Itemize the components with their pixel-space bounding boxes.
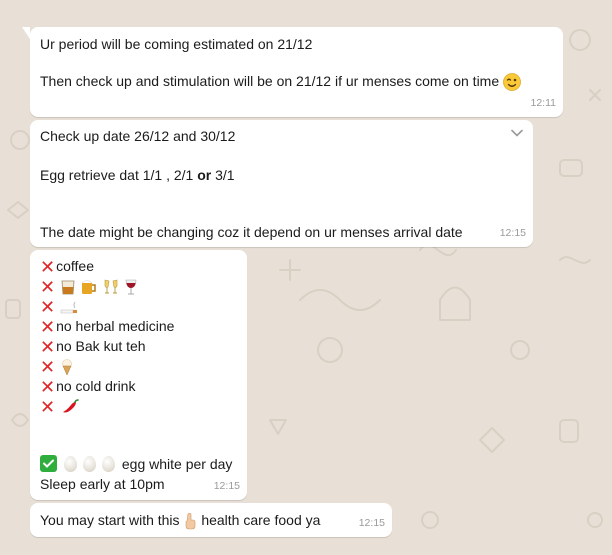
hot-pepper-icon xyxy=(62,399,79,413)
list-item: ✕ xyxy=(40,396,80,418)
whisky-glass-icon xyxy=(61,280,75,295)
cross-mark-icon: ✕ xyxy=(40,337,56,358)
clinking-glasses-icon xyxy=(104,279,118,294)
egg-icon xyxy=(102,456,115,472)
message-text: Sleep early at 10pm xyxy=(40,476,165,492)
cross-mark-icon: ✕ xyxy=(40,277,56,298)
list-item: ✕no Bak kut teh xyxy=(40,336,146,358)
chat-screen: { "messages": [ { "lines": [ "Ur period … xyxy=(0,0,612,555)
message-bubble[interactable]: Ur period will be coming estimated on 21… xyxy=(22,27,563,117)
chevron-down-icon[interactable] xyxy=(511,129,523,137)
message-text: Check up date 26/12 and 30/12 xyxy=(40,128,236,144)
message-timestamp: 12:15 xyxy=(499,227,526,239)
list-item: ✕ xyxy=(40,276,138,298)
message-bubble[interactable]: Check up date 26/12 and 30/12 Egg retrie… xyxy=(30,120,533,247)
cross-mark-icon: ✕ xyxy=(40,357,56,378)
beer-mug-icon xyxy=(81,280,96,295)
cigarette-icon xyxy=(60,302,77,314)
list-item-text: no Bak kut teh xyxy=(56,338,146,354)
cross-mark-icon: ✕ xyxy=(40,397,56,418)
egg-icon xyxy=(64,456,77,472)
egg-icon xyxy=(83,456,96,472)
list-item-text: egg white per day xyxy=(121,456,233,472)
message-text: Egg retrieve dat 1/1 , 2/1 or 3/1 xyxy=(40,165,235,185)
cross-mark-icon: ✕ xyxy=(40,377,56,398)
wine-glass-icon xyxy=(125,279,136,295)
winking-face-icon xyxy=(503,73,521,92)
message-timestamp: 12:15 xyxy=(213,480,240,492)
message-timestamp: 12:11 xyxy=(530,97,557,109)
list-item: ✕coffee xyxy=(40,256,94,278)
list-item: ✕no cold drink xyxy=(40,376,135,398)
cross-mark-icon: ✕ xyxy=(40,317,56,338)
message-text-span: health care food ya xyxy=(201,512,321,528)
message-text-span: Then check up and stimulation will be on… xyxy=(40,73,500,89)
message-text-span: You may start with this xyxy=(40,512,184,528)
message-text-span: Egg retrieve dat 1/1 , 2/1 xyxy=(40,167,198,183)
list-item-text: no herbal medicine xyxy=(56,318,175,334)
message-text: Ur period will be coming estimated on 21… xyxy=(40,36,313,52)
check-mark-icon xyxy=(40,455,57,472)
list-item: ✕ xyxy=(40,296,78,318)
message-timestamp: 12:15 xyxy=(358,517,385,529)
bubble-tail xyxy=(22,27,30,39)
ice-cream-cone-icon xyxy=(62,359,72,376)
message-text-span: 3/1 xyxy=(211,167,235,183)
list-item-text: no cold drink xyxy=(56,378,136,394)
message-bold-text: or xyxy=(197,167,212,183)
list-item-text: coffee xyxy=(56,258,94,274)
cross-mark-icon: ✕ xyxy=(40,297,56,318)
cross-mark-icon: ✕ xyxy=(40,257,56,278)
message-text: Then check up and stimulation will be on… xyxy=(40,71,521,92)
message-text: You may start with this health care food… xyxy=(40,510,320,530)
list-item: ✕ xyxy=(40,356,74,378)
message-bubble[interactable]: ✕coffee ✕ ✕ ✕no herbal medicine ✕no Bak … xyxy=(30,250,247,500)
message-bubble[interactable]: You may start with this health care food… xyxy=(30,503,392,537)
list-item: ✕no herbal medicine xyxy=(40,316,174,338)
list-item: egg white per day xyxy=(40,454,232,474)
message-text: The date might be changing coz it depend… xyxy=(40,224,463,240)
pointing-up-hand-icon xyxy=(186,513,196,530)
